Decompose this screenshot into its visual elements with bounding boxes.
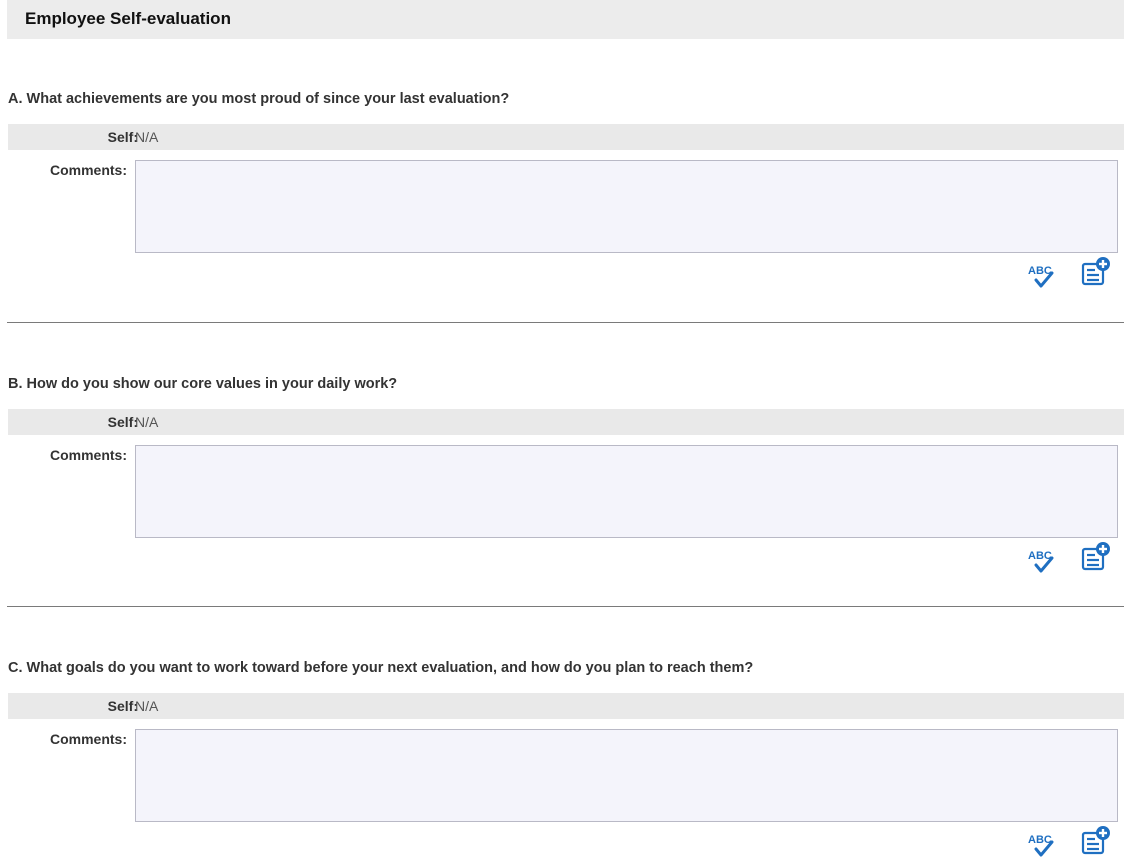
self-rating-row: Self: N/A xyxy=(8,409,1124,435)
self-label: Self: xyxy=(107,129,138,145)
self-label: Self: xyxy=(107,414,138,430)
add-note-icon[interactable] xyxy=(1081,542,1113,572)
question-title: A. What achievements are you most proud … xyxy=(8,91,510,107)
self-rating-row: Self: N/A xyxy=(8,124,1124,150)
self-value: N/A xyxy=(135,414,159,430)
self-evaluation-page: Employee Self-evaluation A. What achieve… xyxy=(0,0,1124,861)
section-divider xyxy=(7,606,1124,607)
spellcheck-icon[interactable]: ABC xyxy=(1027,830,1061,860)
comments-label: Comments: xyxy=(49,447,127,463)
add-note-icon[interactable] xyxy=(1081,826,1113,856)
comments-label: Comments: xyxy=(49,162,127,178)
comments-label: Comments: xyxy=(49,731,127,747)
spellcheck-icon[interactable]: ABC xyxy=(1027,261,1061,291)
section-title: Employee Self-evaluation xyxy=(7,0,1124,39)
spellcheck-icon[interactable]: ABC xyxy=(1027,546,1061,576)
self-rating-row: Self: N/A xyxy=(8,693,1124,719)
section-divider xyxy=(7,322,1124,323)
question-title: C. What goals do you want to work toward… xyxy=(8,660,754,676)
comments-field[interactable] xyxy=(135,445,1118,538)
comments-field[interactable] xyxy=(135,729,1118,822)
self-value: N/A xyxy=(135,129,159,145)
question-title: B. How do you show our core values in yo… xyxy=(8,376,398,392)
add-note-icon[interactable] xyxy=(1081,257,1113,287)
comments-field[interactable] xyxy=(135,160,1118,253)
self-label: Self: xyxy=(107,698,138,714)
self-value: N/A xyxy=(135,698,159,714)
